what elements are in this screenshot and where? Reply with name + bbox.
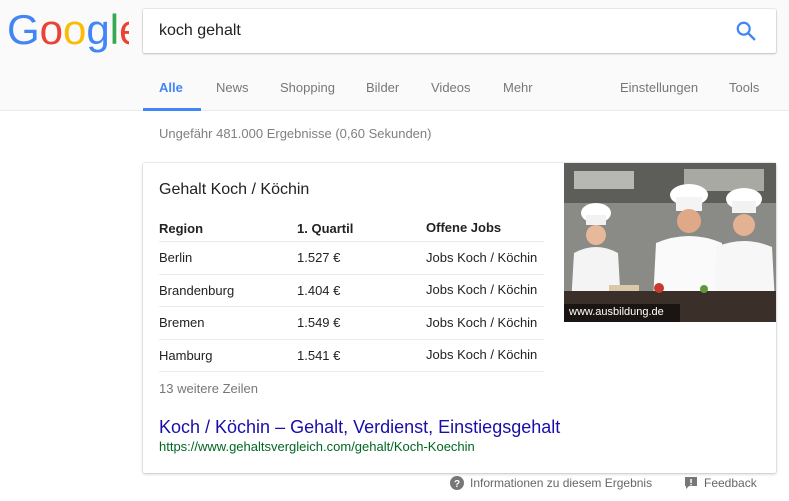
header: Google Alle News Shopping Bilder Videos … bbox=[0, 0, 789, 111]
cell-jobs-link[interactable]: Jobs Koch / Köchin bbox=[426, 282, 544, 298]
card-title: Gehalt Koch / Köchin bbox=[159, 181, 310, 198]
header-region: Region bbox=[159, 220, 204, 236]
cell-region: Hamburg bbox=[159, 347, 213, 363]
table-row: Hamburg 1.541 € Jobs Koch / Köchin bbox=[159, 340, 544, 372]
result-stats: Ungefähr 481.000 Ergebnisse (0,60 Sekund… bbox=[159, 126, 432, 141]
tab-mehr[interactable]: Mehr bbox=[503, 80, 533, 95]
salary-table: Region 1. Quartil Offene Jobs Berlin 1.5… bbox=[159, 215, 544, 372]
header-quartil: 1. Quartil bbox=[297, 220, 354, 236]
table-header: Region 1. Quartil Offene Jobs bbox=[159, 215, 544, 242]
table-row: Brandenburg 1.404 € Jobs Koch / Köchin bbox=[159, 275, 544, 307]
more-rows-link[interactable]: 13 weitere Zeilen bbox=[159, 381, 258, 396]
cell-quartil: 1.527 € bbox=[297, 250, 341, 266]
tab-videos[interactable]: Videos bbox=[431, 80, 471, 95]
tab-shopping[interactable]: Shopping bbox=[280, 80, 335, 95]
result-url: https://www.gehaltsvergleich.com/gehalt/… bbox=[159, 439, 475, 454]
cell-region: Berlin bbox=[159, 250, 193, 266]
cell-jobs-link[interactable]: Jobs Koch / Köchin bbox=[426, 250, 544, 266]
tab-news[interactable]: News bbox=[216, 80, 249, 95]
cell-quartil: 1.541 € bbox=[297, 347, 341, 363]
tab-bilder[interactable]: Bilder bbox=[366, 80, 399, 95]
chefs-photo-illustration bbox=[564, 163, 776, 322]
chefs-image[interactable]: www.ausbildung.de bbox=[564, 163, 776, 322]
feedback-label: Feedback bbox=[704, 476, 757, 490]
feedback-icon bbox=[685, 477, 697, 489]
tab-tools[interactable]: Tools bbox=[729, 80, 759, 95]
cell-jobs-link[interactable]: Jobs Koch / Köchin bbox=[426, 347, 544, 363]
active-tab-indicator bbox=[143, 108, 201, 111]
svg-text:Google: Google bbox=[7, 8, 129, 53]
svg-text:?: ? bbox=[454, 479, 460, 490]
search-icon[interactable] bbox=[735, 20, 757, 42]
table-row: Berlin 1.527 € Jobs Koch / Köchin bbox=[159, 242, 544, 275]
table-row: Bremen 1.549 € Jobs Koch / Köchin bbox=[159, 307, 544, 340]
tab-einstellungen[interactable]: Einstellungen bbox=[620, 80, 698, 95]
cell-quartil: 1.549 € bbox=[297, 315, 341, 331]
search-box bbox=[143, 9, 776, 53]
info-link[interactable]: ? Informationen zu diesem Ergebnis bbox=[450, 476, 652, 490]
knowledge-card: Gehalt Koch / Köchin Region 1. Quartil O… bbox=[143, 163, 776, 473]
header-jobs: Offene Jobs bbox=[426, 220, 502, 235]
feedback-link[interactable]: Feedback bbox=[684, 476, 757, 490]
cell-quartil: 1.404 € bbox=[297, 282, 341, 298]
cell-region: Bremen bbox=[159, 315, 205, 331]
cell-region: Brandenburg bbox=[159, 282, 235, 298]
result-title-link[interactable]: Koch / Köchin – Gehalt, Verdienst, Einst… bbox=[159, 417, 560, 438]
search-input[interactable] bbox=[159, 9, 719, 53]
tab-alle[interactable]: Alle bbox=[159, 80, 183, 95]
info-label: Informationen zu diesem Ergebnis bbox=[470, 476, 653, 490]
help-icon: ? bbox=[450, 476, 464, 490]
google-logo[interactable]: Google bbox=[7, 8, 129, 54]
image-caption: www.ausbildung.de bbox=[564, 304, 680, 322]
tab-bar: Alle News Shopping Bilder Videos Mehr Ei… bbox=[0, 66, 789, 111]
cell-jobs-link[interactable]: Jobs Koch / Köchin bbox=[426, 315, 544, 331]
